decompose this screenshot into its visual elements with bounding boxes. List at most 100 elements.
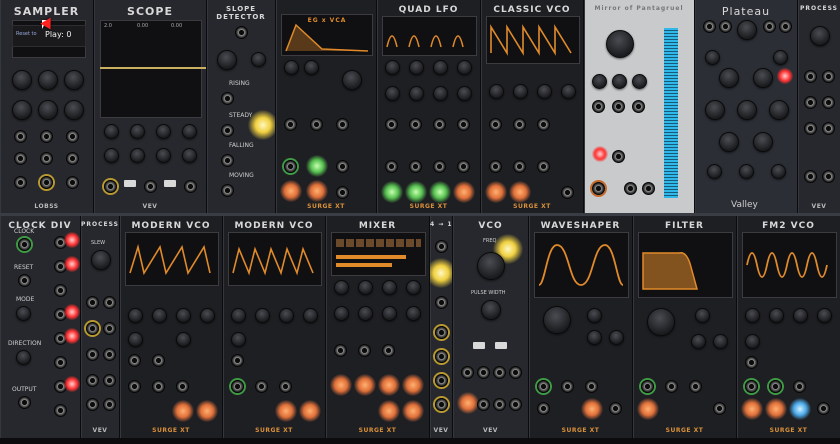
quad-lfo-knob-depth-4[interactable] — [457, 86, 472, 101]
scope-jack-trig[interactable] — [184, 180, 197, 193]
mirror-jack-4[interactable] — [612, 150, 625, 163]
eg-vca-jack-out[interactable] — [336, 186, 349, 199]
slope-jack-rising[interactable] — [221, 92, 234, 105]
modern-vco-2-knob-pulse[interactable] — [279, 308, 294, 323]
slope-jack-input[interactable] — [235, 26, 248, 39]
sampler-jack-decay[interactable] — [66, 152, 79, 165]
mixer-jack-in-1[interactable] — [334, 344, 347, 357]
quad-lfo-jack-reset-3[interactable] — [433, 118, 446, 131]
waveshaper-knob-lo[interactable] — [587, 330, 602, 345]
classic-vco-knob-pitch[interactable] — [489, 84, 504, 99]
mirror-jack-in[interactable] — [592, 182, 605, 195]
sampler-jack-sample[interactable] — [14, 130, 27, 143]
waveshaper-jack-mod-2[interactable] — [561, 380, 574, 393]
fm2-vco-knob-feedback[interactable] — [769, 308, 784, 323]
classic-vco-jack-out[interactable] — [561, 186, 574, 199]
process-top-jack-4[interactable] — [822, 96, 835, 109]
process-top-jack-3[interactable] — [804, 96, 817, 109]
clock-div-out-3[interactable] — [54, 284, 67, 297]
vco-knob-freq[interactable] — [477, 252, 505, 280]
process-bottom-jack-4[interactable] — [103, 322, 116, 335]
clock-div-out-8[interactable] — [54, 404, 67, 417]
slope-jack-steady[interactable] — [221, 124, 234, 137]
eg-vca-jack-clock[interactable] — [310, 118, 323, 131]
filter-knob-gain[interactable] — [713, 334, 728, 349]
switch-jack-1[interactable] — [435, 240, 448, 253]
filter-knob-drive[interactable] — [691, 334, 706, 349]
quad-lfo-jack-mod-3[interactable] — [433, 160, 446, 173]
filter-jack-out[interactable] — [713, 402, 726, 415]
vco-jack-pwm[interactable] — [509, 366, 522, 379]
mirror-jack-1[interactable] — [592, 100, 605, 113]
plateau-knob-wet[interactable] — [773, 50, 788, 65]
slope-jack-moving[interactable] — [221, 184, 234, 197]
modern-vco-2-knob-saw[interactable] — [255, 308, 270, 323]
modern-vco-2-jack-mod-2[interactable] — [255, 380, 268, 393]
mirror-jack-eoc[interactable] — [642, 182, 655, 195]
process-bottom-jack-9[interactable] — [86, 398, 99, 411]
modern-vco-1-knob-width[interactable] — [200, 308, 215, 323]
filter-jack-mod-3[interactable] — [689, 380, 702, 393]
classic-vco-jack-mod-3[interactable] — [537, 160, 550, 173]
scope-knob-time[interactable] — [104, 148, 119, 163]
clock-div-jack-reset[interactable] — [18, 274, 31, 287]
clock-div-switch-direction[interactable] — [16, 350, 31, 365]
waveshaper-knob-hi[interactable] — [609, 330, 624, 345]
fm2-vco-knob-m2[interactable] — [817, 308, 832, 323]
plateau-knob-mod-depth[interactable] — [771, 164, 786, 179]
quad-lfo-jack-reset-4[interactable] — [457, 118, 470, 131]
eg-vca-jack-mod-1[interactable] — [284, 160, 297, 173]
scope-knob-x[interactable] — [104, 124, 119, 139]
scope-knob-thresh[interactable] — [182, 148, 197, 163]
quad-lfo-knob-rate-4[interactable] — [457, 60, 472, 75]
waveshaper-knob-drive[interactable] — [543, 306, 571, 334]
clock-div-jack-clock[interactable] — [18, 238, 31, 251]
mixer-knob-rm[interactable] — [334, 306, 349, 321]
sampler-jack-attack[interactable] — [40, 152, 53, 165]
plateau-knob-input-low[interactable] — [719, 68, 739, 88]
mirror-jack-3[interactable] — [632, 100, 645, 113]
modern-vco-2-jack-voct[interactable] — [231, 354, 244, 367]
classic-vco-knob-width[interactable] — [537, 84, 552, 99]
mixer-knob-3[interactable] — [382, 280, 397, 295]
modern-vco-1-knob-detune[interactable] — [128, 332, 143, 347]
classic-vco-jack-fm[interactable] — [537, 118, 550, 131]
fm2-vco-jack-voct[interactable] — [745, 356, 758, 369]
switch-jack-3[interactable] — [435, 326, 448, 339]
vco-knob-pulse-width[interactable] — [481, 300, 501, 320]
plateau-knob-diffusion[interactable] — [737, 100, 757, 120]
quad-lfo-knob-depth-2[interactable] — [409, 86, 424, 101]
mirror-knob-c[interactable] — [632, 74, 647, 89]
quad-lfo-knob-depth-3[interactable] — [433, 86, 448, 101]
process-top-jack-2[interactable] — [822, 70, 835, 83]
scope-knob-gain-2[interactable] — [156, 124, 171, 139]
filter-jack-mod-1[interactable] — [641, 380, 654, 393]
mixer-knob-rm2[interactable] — [358, 306, 373, 321]
slope-jack-falling[interactable] — [221, 154, 234, 167]
process-top-jack-6[interactable] — [822, 122, 835, 135]
process-top-knob-slew[interactable] — [810, 26, 830, 46]
mixer-knob-gain[interactable] — [406, 306, 421, 321]
waveshaper-jack-out[interactable] — [609, 402, 622, 415]
waveshaper-knob-bias[interactable] — [587, 308, 602, 323]
filter-knob-frequency[interactable] — [647, 308, 675, 336]
process-bottom-knob-slew[interactable] — [91, 250, 111, 270]
vco-jack-sync[interactable] — [493, 366, 506, 379]
plateau-knob-decay[interactable] — [769, 100, 789, 120]
quad-lfo-knob-rate-2[interactable] — [409, 60, 424, 75]
vco-switch-lin[interactable] — [473, 342, 485, 349]
quad-lfo-jack-reset-1[interactable] — [385, 118, 398, 131]
sampler-knob-start[interactable] — [38, 70, 58, 90]
scope-jack-in-1[interactable] — [104, 180, 117, 193]
modern-vco-1-jack-voct[interactable] — [128, 354, 141, 367]
clock-div-out-7[interactable] — [54, 380, 67, 393]
plateau-knob-mod-speed[interactable] — [707, 164, 722, 179]
process-bottom-jack-6[interactable] — [103, 348, 116, 361]
eg-vca-knob-gain[interactable] — [342, 70, 362, 90]
process-top-jack-7[interactable] — [804, 170, 817, 183]
eg-vca-jack-mod-3[interactable] — [336, 160, 349, 173]
modern-vco-2-knob-pitch[interactable] — [231, 308, 246, 323]
mixer-jack-in-2[interactable] — [358, 344, 371, 357]
modern-vco-1-knob-pitch[interactable] — [128, 308, 143, 323]
fm2-vco-jack-out[interactable] — [817, 402, 830, 415]
